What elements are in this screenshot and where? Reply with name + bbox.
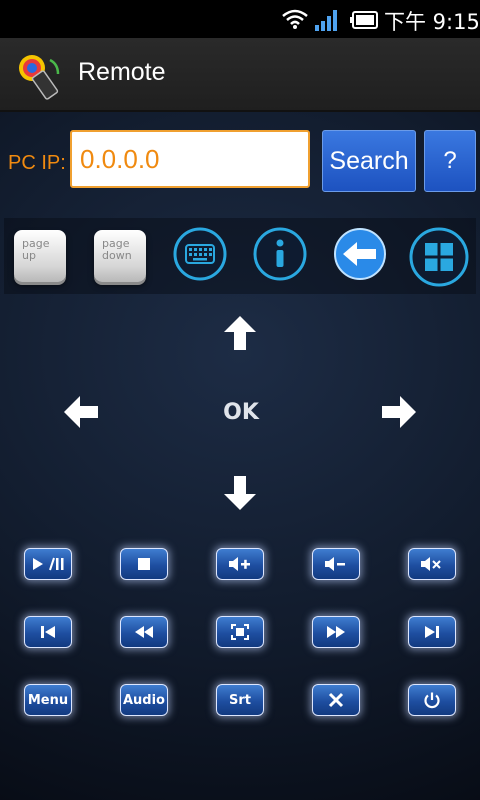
stop-button[interactable] [120, 548, 168, 580]
remote-panel: PC IP: Search ? page up page down [0, 112, 480, 800]
volume-up-icon [229, 557, 250, 571]
skip-next-icon [425, 626, 439, 638]
keyboard-icon[interactable] [172, 226, 228, 282]
arrow-left-icon[interactable] [62, 394, 100, 430]
play-pause-button[interactable] [24, 548, 72, 580]
volume-down-button[interactable] [312, 548, 360, 580]
app-logo-icon [19, 55, 60, 100]
help-button[interactable]: ? [424, 130, 476, 192]
rewind-button[interactable] [120, 616, 168, 648]
fast-forward-button[interactable] [312, 616, 360, 648]
status-time: 下午 9:15 [384, 10, 480, 34]
play-pause-icon [33, 557, 64, 571]
action-bar: Remote [0, 38, 480, 112]
power-button[interactable] [408, 684, 456, 716]
info-icon[interactable] [252, 226, 308, 282]
power-icon [424, 692, 440, 709]
page-up-label-line2: up [22, 249, 36, 262]
arrow-up-icon[interactable] [222, 314, 258, 352]
skip-previous-button[interactable] [24, 616, 72, 648]
volume-down-icon [325, 557, 345, 571]
page-down-label-line2: down [102, 249, 132, 262]
page-down-key[interactable]: page down [94, 230, 146, 282]
signal-icon [315, 10, 337, 31]
shortcut-bar [4, 218, 476, 294]
search-button[interactable]: Search [322, 130, 416, 192]
audio-button[interactable]: Audio [120, 684, 168, 716]
status-bar: 下午 9:15 [0, 0, 480, 38]
skip-previous-icon [41, 626, 55, 638]
menu-button-label: Menu [27, 692, 69, 708]
arrow-right-icon[interactable] [380, 394, 418, 430]
fullscreen-icon [231, 624, 249, 640]
skip-next-button[interactable] [408, 616, 456, 648]
fullscreen-button[interactable] [216, 616, 264, 648]
ok-button[interactable]: OK [222, 400, 260, 425]
subtitle-button-label: Srt [229, 692, 251, 708]
pc-ip-label: PC IP: [8, 152, 66, 174]
close-player-button[interactable] [312, 684, 360, 716]
rewind-icon [135, 626, 153, 638]
pc-ip-input[interactable] [70, 130, 310, 188]
subtitle-button[interactable]: Srt [216, 684, 264, 716]
back-arrow-icon[interactable] [332, 226, 388, 282]
app-title: Remote [78, 58, 166, 86]
mute-button[interactable] [408, 548, 456, 580]
volume-up-button[interactable] [216, 548, 264, 580]
audio-button-label: Audio [122, 692, 165, 708]
battery-icon [350, 11, 378, 29]
page-up-key[interactable]: page up [14, 230, 66, 282]
mute-icon [421, 557, 441, 571]
fast-forward-icon [327, 626, 345, 638]
windows-logo-icon[interactable] [408, 226, 470, 288]
stop-icon [138, 558, 150, 570]
menu-button[interactable]: Menu [24, 684, 72, 716]
wifi-icon [282, 9, 308, 29]
arrow-down-icon[interactable] [222, 474, 258, 512]
close-icon [328, 692, 344, 708]
